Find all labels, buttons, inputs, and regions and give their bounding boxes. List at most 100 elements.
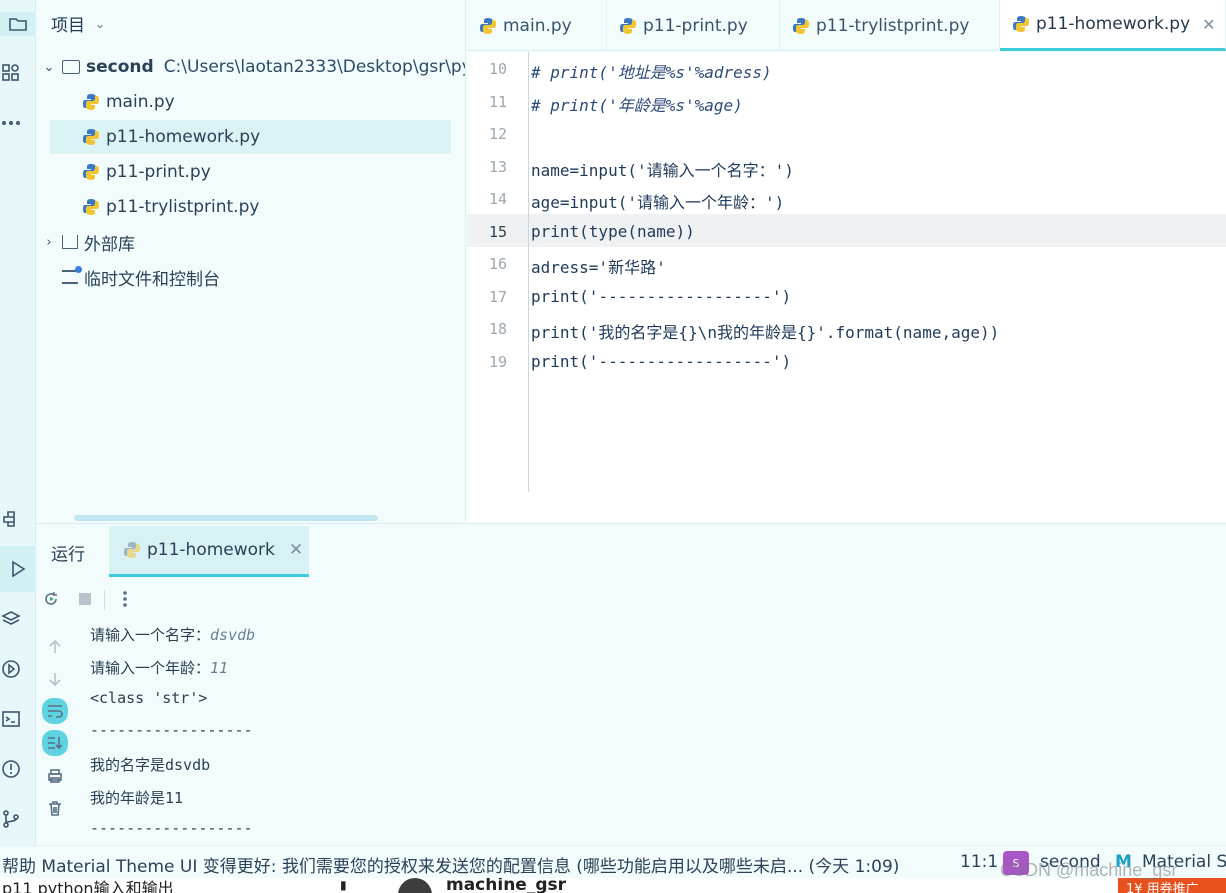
tree-external-libraries[interactable]: › 外部库 bbox=[42, 225, 135, 259]
tab-label: p11-trylistprint.py bbox=[816, 15, 970, 36]
tab-label: p11-print.py bbox=[643, 15, 748, 36]
python-file-icon bbox=[83, 164, 99, 180]
toolbar-mark-icon: ▮ bbox=[340, 878, 347, 892]
external-libs-label: 外部库 bbox=[84, 234, 135, 255]
line-number: 15 bbox=[488, 223, 507, 241]
console-line: 请输入一个名字：dsvdb bbox=[90, 626, 256, 644]
console-line: 我的年龄是11 bbox=[90, 789, 184, 807]
terminal-icon[interactable] bbox=[0, 708, 22, 730]
python-file-icon bbox=[793, 17, 809, 34]
run-panel: 运行 p11-homework ✕ 请输入一个名字：dsvdb 请输入一个年龄：… bbox=[36, 523, 1226, 845]
file-name: p11-print.py bbox=[106, 162, 211, 182]
tree-file-main[interactable]: main.py bbox=[82, 85, 175, 119]
more-options-icon[interactable] bbox=[114, 588, 136, 610]
python-console-icon[interactable] bbox=[0, 508, 22, 530]
tab-main[interactable]: main.py bbox=[467, 0, 607, 51]
python-file-icon bbox=[83, 129, 99, 145]
code-line: adress='新华路' bbox=[531, 258, 666, 277]
layers-icon[interactable] bbox=[0, 608, 22, 630]
run-panel-label: 运行 bbox=[51, 545, 85, 565]
scroll-to-end-icon[interactable] bbox=[42, 730, 68, 756]
watermark: CSDN @machine_gsr bbox=[1000, 860, 1178, 880]
close-icon[interactable]: ✕ bbox=[289, 540, 303, 560]
file-name: p11-trylistprint.py bbox=[106, 197, 260, 217]
chevron-right-icon: › bbox=[46, 234, 52, 250]
close-icon[interactable]: ✕ bbox=[1202, 15, 1215, 34]
status-message[interactable]: 帮助 Material Theme UI 变得更好: 我们需要您的授权来发送您的… bbox=[2, 852, 899, 877]
code-line: name=input('请输入一个名字：') bbox=[531, 161, 794, 180]
scratches-icon bbox=[62, 266, 82, 284]
console-line: 请输入一个年龄：11 bbox=[90, 659, 229, 677]
gutter-divider bbox=[528, 52, 529, 492]
folder-icon bbox=[62, 60, 80, 74]
code-line: print('------------------') bbox=[531, 352, 792, 371]
soft-wrap-icon[interactable] bbox=[42, 698, 68, 724]
chevron-down-icon: ⌄ bbox=[43, 59, 55, 75]
structure-icon[interactable] bbox=[0, 62, 22, 84]
git-icon[interactable] bbox=[0, 808, 22, 830]
tab-label: p11-homework.py bbox=[1036, 14, 1191, 34]
python-file-icon bbox=[124, 542, 140, 558]
run-tab[interactable]: p11-homework ✕ bbox=[109, 526, 309, 577]
print-icon[interactable] bbox=[44, 765, 66, 787]
scratches-label: 临时文件和控制台 bbox=[84, 269, 220, 290]
cursor-position[interactable]: 11:1 bbox=[960, 852, 998, 872]
line-number: 18 bbox=[488, 320, 507, 338]
code-line: # print('地址是%s'%adress) bbox=[531, 63, 772, 82]
tree-root-second[interactable]: ⌄ second C:\Users\laotan2333\Desktop\gsr… bbox=[42, 50, 466, 84]
toolbar-divider bbox=[104, 590, 105, 610]
console-line: ------------------ bbox=[90, 721, 253, 739]
python-file-icon bbox=[480, 17, 496, 34]
line-number: 16 bbox=[488, 255, 507, 273]
tree-file-print[interactable]: p11-print.py bbox=[82, 155, 211, 189]
code-line: print(type(name)) bbox=[531, 222, 695, 241]
stop-icon[interactable] bbox=[74, 588, 96, 610]
project-panel-title: 项目 bbox=[51, 16, 85, 36]
line-number: 19 bbox=[488, 353, 507, 371]
username[interactable]: machine_gsr bbox=[446, 878, 566, 893]
console-line: <class 'str'> bbox=[90, 689, 208, 707]
code-line: print('我的名字是{}\n我的年龄是{}'.format(name,age… bbox=[531, 323, 1000, 342]
trash-icon[interactable] bbox=[44, 797, 66, 819]
more-icon[interactable] bbox=[0, 112, 22, 134]
tool-window-strip bbox=[0, 0, 36, 845]
rerun-icon[interactable] bbox=[40, 588, 62, 610]
root-name: second bbox=[86, 57, 154, 77]
scroll-down-icon[interactable] bbox=[44, 668, 66, 690]
code-line: # print('年龄是%s'%age) bbox=[531, 96, 743, 115]
chevron-down-icon: ⌄ bbox=[95, 16, 106, 31]
project-folder-icon[interactable] bbox=[0, 12, 36, 36]
tree-file-trylistprint[interactable]: p11-trylistprint.py bbox=[82, 190, 259, 224]
services-icon[interactable] bbox=[0, 658, 22, 680]
python-file-icon bbox=[620, 17, 636, 34]
file-name: p11-homework.py bbox=[106, 127, 261, 147]
console-line: ------------------ bbox=[90, 819, 253, 837]
python-file-icon bbox=[83, 94, 99, 110]
tree-file-homework[interactable]: p11-homework.py bbox=[50, 120, 451, 154]
tab-trylistprint[interactable]: p11-trylistprint.py bbox=[780, 0, 1000, 51]
tab-print[interactable]: p11-print.py bbox=[607, 0, 780, 51]
horizontal-scrollbar[interactable] bbox=[74, 515, 378, 521]
line-number: 10 bbox=[488, 60, 507, 78]
run-icon[interactable] bbox=[0, 546, 36, 592]
line-number: 11 bbox=[488, 93, 507, 111]
problems-icon[interactable] bbox=[0, 758, 22, 780]
project-panel-header[interactable]: 项目 ⌄ bbox=[51, 11, 105, 36]
run-tab-label: p11-homework bbox=[147, 540, 275, 560]
tab-homework[interactable]: p11-homework.py ✕ bbox=[1000, 0, 1226, 51]
line-number: 13 bbox=[488, 158, 507, 176]
scroll-up-icon[interactable] bbox=[44, 636, 66, 658]
root-path: C:\Users\laotan2333\Desktop\gsr\py bbox=[163, 57, 466, 77]
tab-label: main.py bbox=[503, 15, 572, 36]
article-title: p11 python输入和输出 bbox=[2, 879, 174, 893]
line-number: 17 bbox=[488, 288, 507, 306]
project-panel: 项目 ⌄ ⌄ second C:\Users\laotan2333\Deskto… bbox=[36, 0, 466, 522]
code-editor[interactable]: 10 11 12 13 14 15 16 17 18 19 # print('地… bbox=[467, 52, 1226, 522]
tree-scratches[interactable]: 临时文件和控制台 bbox=[62, 260, 220, 294]
editor-tabs: main.py p11-print.py p11-trylistprint.py… bbox=[467, 0, 1226, 51]
avatar[interactable] bbox=[398, 878, 432, 893]
line-number: 14 bbox=[488, 190, 507, 208]
file-name: main.py bbox=[106, 92, 175, 112]
python-file-icon bbox=[83, 199, 99, 215]
console-line: 我的名字是dsvdb bbox=[90, 756, 211, 774]
